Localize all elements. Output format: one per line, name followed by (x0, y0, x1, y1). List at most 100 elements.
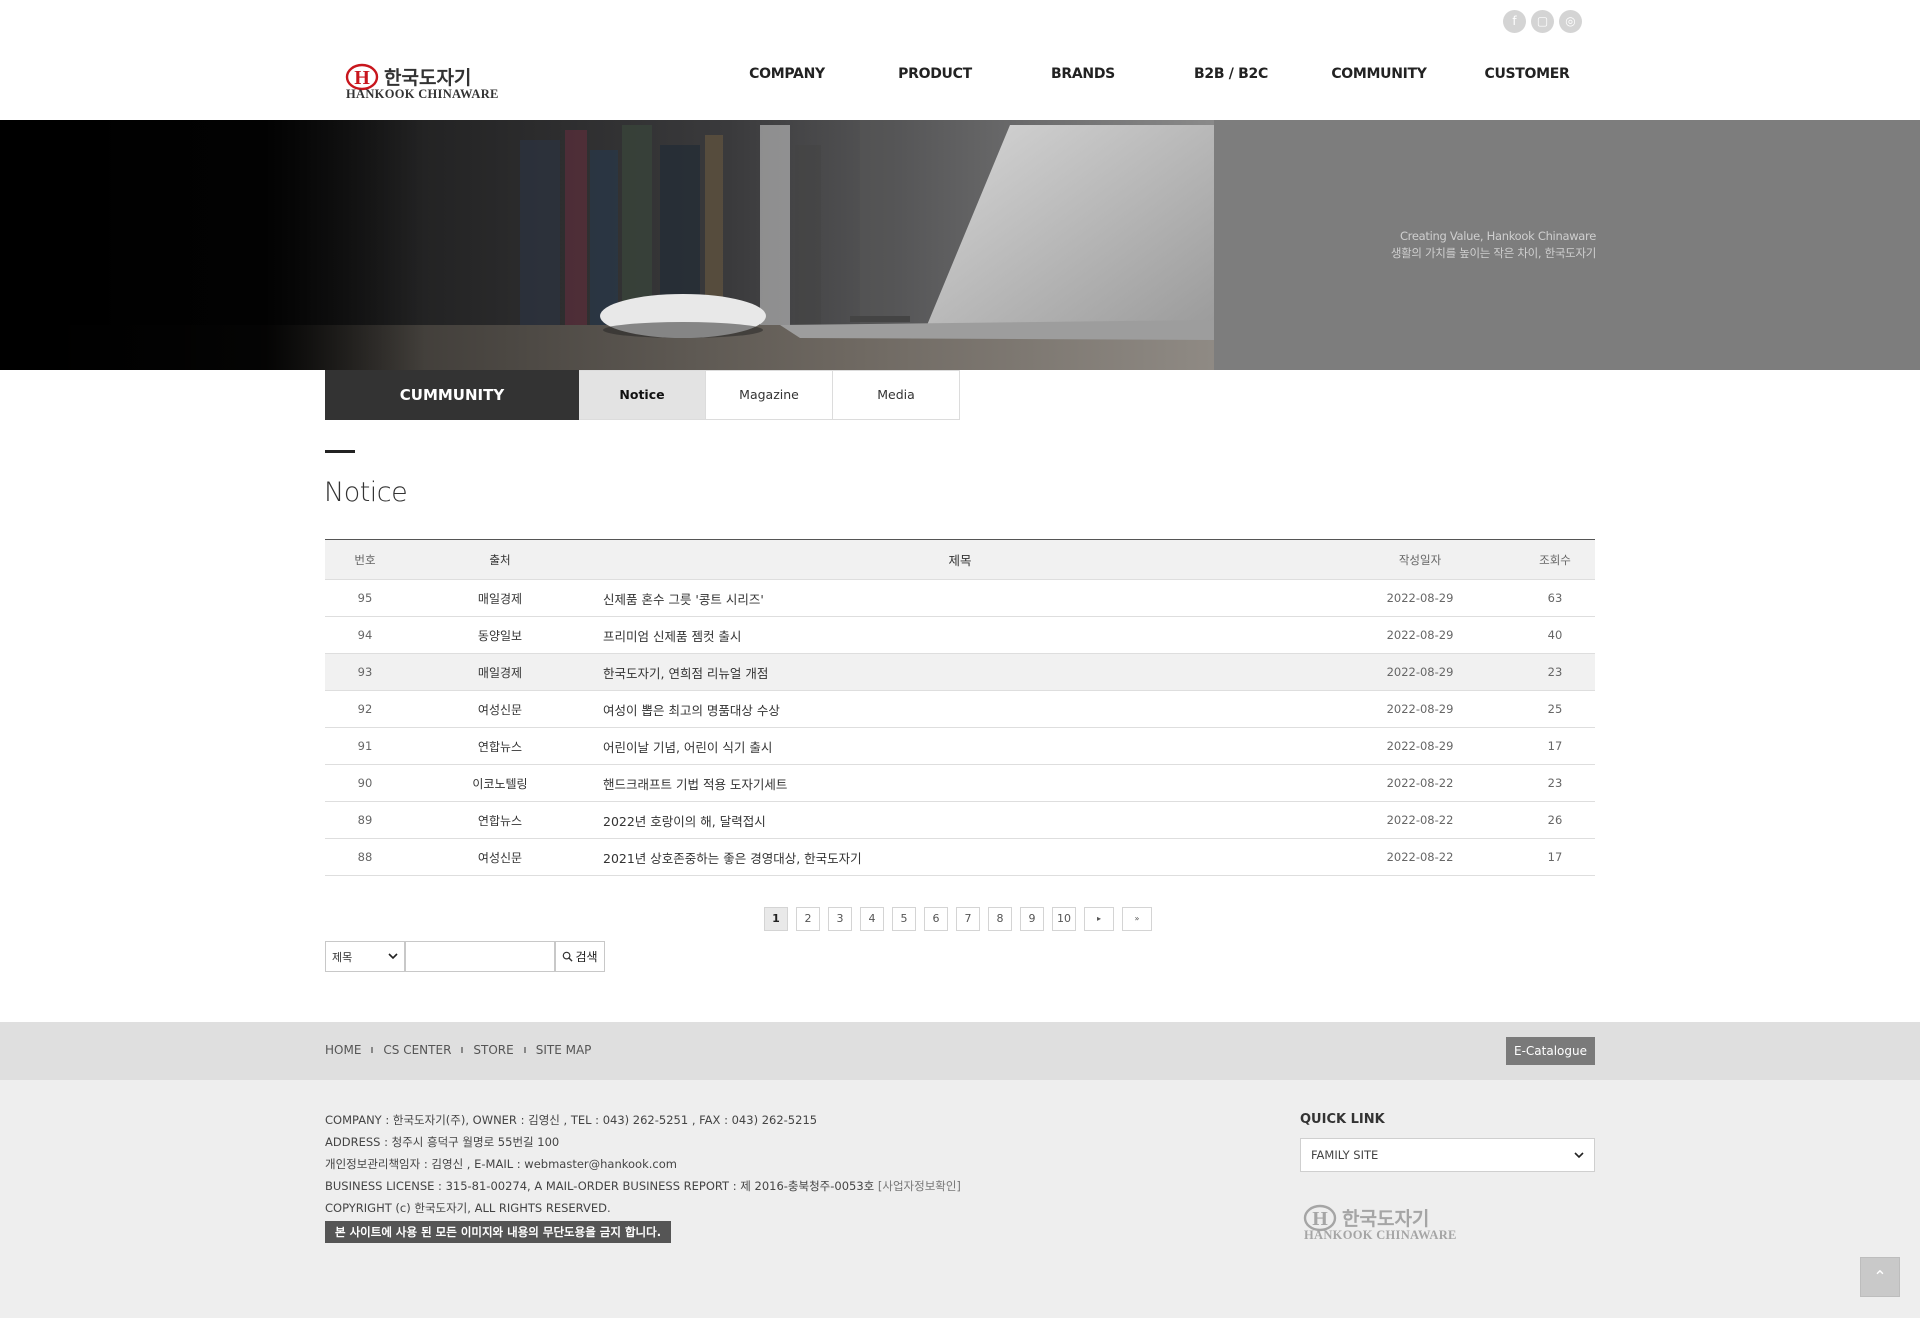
next-page-button[interactable]: ▸ (1084, 907, 1114, 931)
tab-media[interactable]: Media (833, 370, 960, 420)
hero-image (0, 120, 1214, 370)
tab-notice[interactable]: Notice (579, 370, 706, 420)
svg-text:H: H (354, 67, 370, 89)
nav-brands[interactable]: BRANDS (1009, 66, 1157, 82)
divider (461, 1047, 464, 1053)
footer-link-store[interactable]: STORE (473, 1043, 513, 1057)
page-button[interactable]: 1 (764, 907, 788, 931)
tab-magazine[interactable]: Magazine (706, 370, 833, 420)
table-row[interactable]: 88 여성신문 2021년 상호존중하는 좋은 경영대상, 한국도자기 2022-08… (325, 838, 1595, 876)
family-site-select[interactable]: FAMILY SITE (1300, 1138, 1595, 1172)
nav-product[interactable]: PRODUCT (861, 66, 1009, 82)
page-button[interactable]: 5 (892, 907, 916, 931)
header-date: 작성일자 (1325, 539, 1515, 580)
row-views: 23 (1515, 764, 1595, 802)
row-title-link[interactable]: 핸드크래프트 기법 적용 도자기세트 (595, 764, 1325, 802)
section-title: CUMMUNITY (325, 370, 579, 420)
pagination: 1 2 3 4 5 6 7 8 9 10 ▸ » (764, 907, 1152, 931)
blog-icon[interactable]: ▢ (1531, 10, 1554, 33)
row-date: 2022-08-22 (1325, 838, 1515, 876)
table-row[interactable]: 94 동양일보 프리미엄 신제품 젬컷 출시 2022-08-29 40 (325, 616, 1595, 654)
quick-link-title: QUICK LINK (1300, 1112, 1385, 1127)
footer-links-bar: HOME CS CENTER STORE SITE MAP E-Catalogu… (0, 1022, 1920, 1080)
page-button[interactable]: 3 (828, 907, 852, 931)
chevron-down-icon (388, 953, 398, 960)
site-header: f ▢ ◎ H 한국도자기 HANKOOK CHINAWARE COMPANY … (0, 0, 1920, 120)
footer-license-text: BUSINESS LICENSE : 315-81-00274, A MAIL-… (325, 1179, 875, 1193)
row-number: 90 (325, 764, 405, 802)
svg-text:HANKOOK CHINAWARE: HANKOOK CHINAWARE (1304, 1228, 1457, 1242)
row-title-link[interactable]: 신제품 혼수 그릇 '콩트 시리즈' (595, 579, 1325, 617)
page-button[interactable]: 6 (924, 907, 948, 931)
footer-copyright: COPYRIGHT (c) 한국도자기, ALL RIGHTS RESERVED… (325, 1201, 611, 1215)
hero-tagline-en: Creating Value, Hankook Chinaware (1399, 229, 1596, 243)
row-title-link[interactable]: 여성이 뽑은 최고의 명품대상 수상 (595, 690, 1325, 728)
footer-link-cs-center[interactable]: CS CENTER (383, 1043, 451, 1057)
row-source: 연합뉴스 (405, 801, 595, 839)
business-info-link[interactable]: [사업자정보확인] (878, 1179, 961, 1193)
row-source: 여성신문 (405, 690, 595, 728)
row-source: 연합뉴스 (405, 727, 595, 765)
table-row[interactable]: 91 연합뉴스 어린이날 기념, 어린이 식기 출시 2022-08-29 17 (325, 727, 1595, 765)
row-source: 동양일보 (405, 616, 595, 654)
page-button[interactable]: 4 (860, 907, 884, 931)
nav-b2b-b2c[interactable]: B2B / B2C (1157, 66, 1305, 82)
page-title: Notice (324, 477, 408, 508)
row-views: 40 (1515, 616, 1595, 654)
page-button[interactable]: 7 (956, 907, 980, 931)
search-field-select[interactable]: 제목 (325, 941, 405, 972)
row-number: 92 (325, 690, 405, 728)
instagram-icon[interactable]: ◎ (1559, 10, 1582, 33)
row-views: 25 (1515, 690, 1595, 728)
row-number: 88 (325, 838, 405, 876)
footer-nav: HOME CS CENTER STORE SITE MAP (325, 1043, 591, 1057)
facebook-icon[interactable]: f (1503, 10, 1526, 33)
page-button[interactable]: 9 (1020, 907, 1044, 931)
nav-customer[interactable]: CUSTOMER (1453, 66, 1601, 82)
row-title-link[interactable]: 한국도자기, 연희점 리뉴얼 개점 (595, 653, 1325, 691)
scroll-top-button[interactable]: ⌃ (1860, 1257, 1900, 1297)
table-row[interactable]: 89 연합뉴스 2022년 호랑이의 해, 달력접시 2022-08-22 26 (325, 801, 1595, 839)
footer-company-info: COMPANY : 한국도자기(주), OWNER : 김영신 , TEL : … (325, 1113, 818, 1127)
family-site-value: FAMILY SITE (1311, 1148, 1379, 1162)
row-number: 95 (325, 579, 405, 617)
row-title-link[interactable]: 어린이날 기념, 어린이 식기 출시 (595, 727, 1325, 765)
table-row[interactable]: 95 매일경제 신제품 혼수 그릇 '콩트 시리즈' 2022-08-29 63 (325, 579, 1595, 617)
search-bar: 제목 검색 (325, 941, 605, 972)
footer-business-license: BUSINESS LICENSE : 315-81-00274, A MAIL-… (325, 1178, 961, 1194)
row-date: 2022-08-29 (1325, 579, 1515, 617)
row-date: 2022-08-29 (1325, 653, 1515, 691)
table-row[interactable]: 90 이코노텔링 핸드크래프트 기법 적용 도자기세트 2022-08-22 23 (325, 764, 1595, 802)
hero-tagline: Creating Value, Hankook Chinaware 생활의 가치… (1391, 228, 1596, 262)
divider (371, 1047, 374, 1053)
svg-text:HANKOOK CHINAWARE: HANKOOK CHINAWARE (346, 87, 499, 101)
svg-text:한국도자기: 한국도자기 (384, 67, 471, 89)
nav-company[interactable]: COMPANY (713, 66, 861, 82)
page-button[interactable]: 8 (988, 907, 1012, 931)
header-number: 번호 (325, 539, 405, 580)
table-row[interactable]: 92 여성신문 여성이 뽑은 최고의 명품대상 수상 2022-08-29 25 (325, 690, 1595, 728)
search-button-label: 검색 (575, 950, 598, 964)
search-button[interactable]: 검색 (555, 941, 605, 972)
site-logo[interactable]: H 한국도자기 HANKOOK CHINAWARE (344, 62, 504, 102)
row-date: 2022-08-29 (1325, 616, 1515, 654)
search-input[interactable] (405, 941, 555, 972)
row-date: 2022-08-22 (1325, 764, 1515, 802)
last-page-button[interactable]: » (1122, 907, 1152, 931)
e-catalogue-button[interactable]: E-Catalogue (1506, 1037, 1595, 1065)
row-date: 2022-08-29 (1325, 727, 1515, 765)
row-date: 2022-08-22 (1325, 801, 1515, 839)
footer-privacy-officer: 개인정보관리책임자 : 김영신 , E-MAIL : webmaster@han… (325, 1157, 677, 1171)
page-button[interactable]: 10 (1052, 907, 1076, 931)
footer-link-home[interactable]: HOME (325, 1043, 361, 1057)
footer-link-sitemap[interactable]: SITE MAP (536, 1043, 592, 1057)
row-views: 26 (1515, 801, 1595, 839)
row-views: 17 (1515, 727, 1595, 765)
row-source: 매일경제 (405, 579, 595, 617)
table-row[interactable]: 93 매일경제 한국도자기, 연희점 리뉴얼 개점 2022-08-29 23 (325, 653, 1595, 691)
row-title-link[interactable]: 2021년 상호존중하는 좋은 경영대상, 한국도자기 (595, 838, 1325, 876)
page-button[interactable]: 2 (796, 907, 820, 931)
nav-community[interactable]: COMMUNITY (1305, 66, 1453, 82)
row-title-link[interactable]: 2022년 호랑이의 해, 달력접시 (595, 801, 1325, 839)
row-title-link[interactable]: 프리미엄 신제품 젬컷 출시 (595, 616, 1325, 654)
